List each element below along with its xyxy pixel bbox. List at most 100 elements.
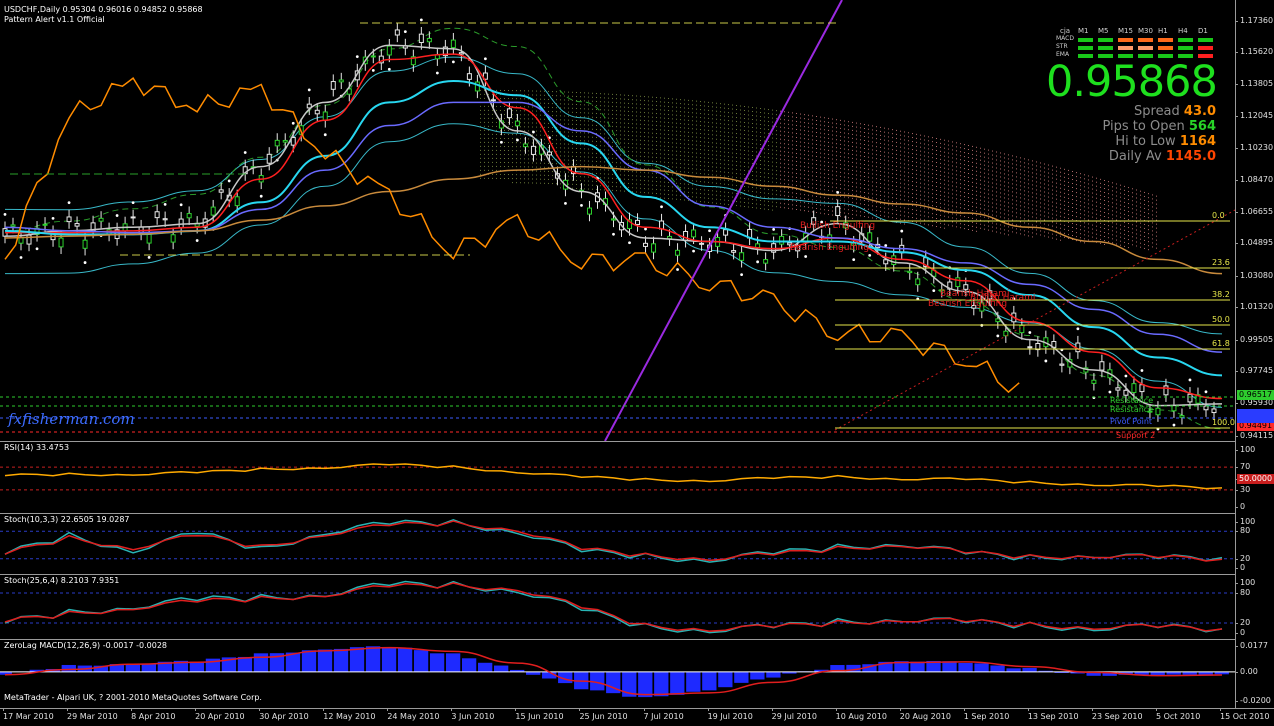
cloud-dot xyxy=(872,169,873,170)
cloud-dot xyxy=(656,189,657,190)
cloud-dot xyxy=(1024,218,1025,219)
cloud-dot xyxy=(604,109,605,110)
cloud-dot xyxy=(1096,182,1097,183)
cloud-dot xyxy=(784,147,785,148)
cloud-dot xyxy=(616,122,617,123)
cloud-dot xyxy=(700,149,701,150)
cloud-dot xyxy=(812,143,813,144)
cloud-dot xyxy=(1080,185,1081,186)
macd-bar xyxy=(366,646,380,672)
cloud-dot xyxy=(680,163,681,164)
cloud-dot xyxy=(988,150,989,151)
cloud-dot xyxy=(772,142,773,143)
cloud-dot xyxy=(500,178,501,179)
cloud-dot xyxy=(708,134,709,135)
cloud-dot xyxy=(904,167,905,168)
cloud-dot xyxy=(1032,192,1033,193)
cloud-dot xyxy=(536,171,537,172)
cloud-dot xyxy=(1084,210,1085,211)
cloud-dot xyxy=(1068,194,1069,195)
stoch2-pane[interactable]: Stoch(25,6,4) 8.2103 7.9351 xyxy=(0,575,1235,640)
cloud-dot xyxy=(556,151,557,152)
date-tick: 8 Apr 2010 xyxy=(131,712,175,721)
cloud-dot xyxy=(652,177,653,178)
cloud-dot xyxy=(632,175,633,176)
cloud-dot xyxy=(916,218,917,219)
cloud-dot xyxy=(836,167,837,168)
cloud-dot xyxy=(1032,200,1033,201)
cloud-dot xyxy=(884,192,885,193)
rsi-pane[interactable]: RSI(14) 33.4753 xyxy=(0,442,1235,514)
cloud-dot xyxy=(668,126,669,127)
cloud-dot xyxy=(932,181,933,182)
cloud-dot xyxy=(780,123,781,124)
cloud-dot xyxy=(792,208,793,209)
cloud-dot xyxy=(804,130,805,131)
cloud-dot xyxy=(776,170,777,171)
cloud-dot xyxy=(564,103,565,104)
cloud-dot xyxy=(1100,215,1101,216)
cloud-dot xyxy=(836,183,837,184)
cloud-dot xyxy=(928,204,929,205)
axis-divider xyxy=(1235,0,1236,708)
cloud-dot xyxy=(920,199,921,200)
cloud-dot xyxy=(912,137,913,138)
cloud-dot xyxy=(624,175,625,176)
cloud-dot xyxy=(684,167,685,168)
copyright-text: MetaTrader - Alpari UK, ? 2001-2010 Meta… xyxy=(4,693,262,702)
cloud-dot xyxy=(748,142,749,143)
cloud-dot xyxy=(816,132,817,133)
cloud-dot xyxy=(912,161,913,162)
stoch1-pane[interactable]: Stoch(10,3,3) 22.6505 19.0287 xyxy=(0,514,1235,575)
sar-dot xyxy=(868,254,871,257)
cloud-dot xyxy=(768,117,769,118)
cloud-dot xyxy=(660,149,661,150)
cloud-dot xyxy=(1104,244,1105,245)
cloud-dot xyxy=(628,167,629,168)
cloud-dot xyxy=(480,106,481,107)
cloud-dot xyxy=(836,155,837,156)
cloud-dot xyxy=(884,148,885,149)
candle-body xyxy=(371,56,375,57)
cloud-dot xyxy=(740,142,741,143)
cloud-dot xyxy=(1016,212,1017,213)
cloud-dot xyxy=(976,167,977,168)
sar-dot xyxy=(196,239,199,242)
cloud-dot xyxy=(792,144,793,145)
cloud-dot xyxy=(488,142,489,143)
cloud-dot xyxy=(920,143,921,144)
cloud-dot xyxy=(492,122,493,123)
trend-cell xyxy=(1118,38,1133,42)
cloud-dot xyxy=(916,210,917,211)
cloud-dot xyxy=(788,140,789,141)
cloud-dot xyxy=(576,164,577,165)
cloud-dot xyxy=(1032,216,1033,217)
cloud-dot xyxy=(876,150,877,151)
cloud-dot xyxy=(784,127,785,128)
cloud-dot xyxy=(836,131,837,132)
macd-bar xyxy=(638,672,652,697)
cloud-dot xyxy=(512,98,513,99)
cloud-dot xyxy=(916,182,917,183)
cloud-dot xyxy=(1076,208,1077,209)
cloud-dot xyxy=(628,187,629,188)
cloud-dot xyxy=(808,183,809,184)
cloud-dot xyxy=(1136,217,1137,218)
cloud-dot xyxy=(712,170,713,171)
cloud-dot xyxy=(756,191,757,192)
cloud-dot xyxy=(704,101,705,102)
cloud-dot xyxy=(492,158,493,159)
cloud-dot xyxy=(608,186,609,187)
cloud-dot xyxy=(936,146,937,147)
cloud-dot xyxy=(740,158,741,159)
cloud-dot xyxy=(1048,201,1049,202)
cloud-dot xyxy=(648,96,649,97)
cloud-dot xyxy=(980,212,981,213)
cloud-dot xyxy=(804,174,805,175)
candle-body xyxy=(1100,362,1104,370)
cloud-dot xyxy=(740,126,741,127)
cloud-dot xyxy=(836,139,837,140)
cloud-dot xyxy=(700,125,701,126)
cloud-dot xyxy=(828,142,829,143)
cloud-dot xyxy=(636,127,637,128)
